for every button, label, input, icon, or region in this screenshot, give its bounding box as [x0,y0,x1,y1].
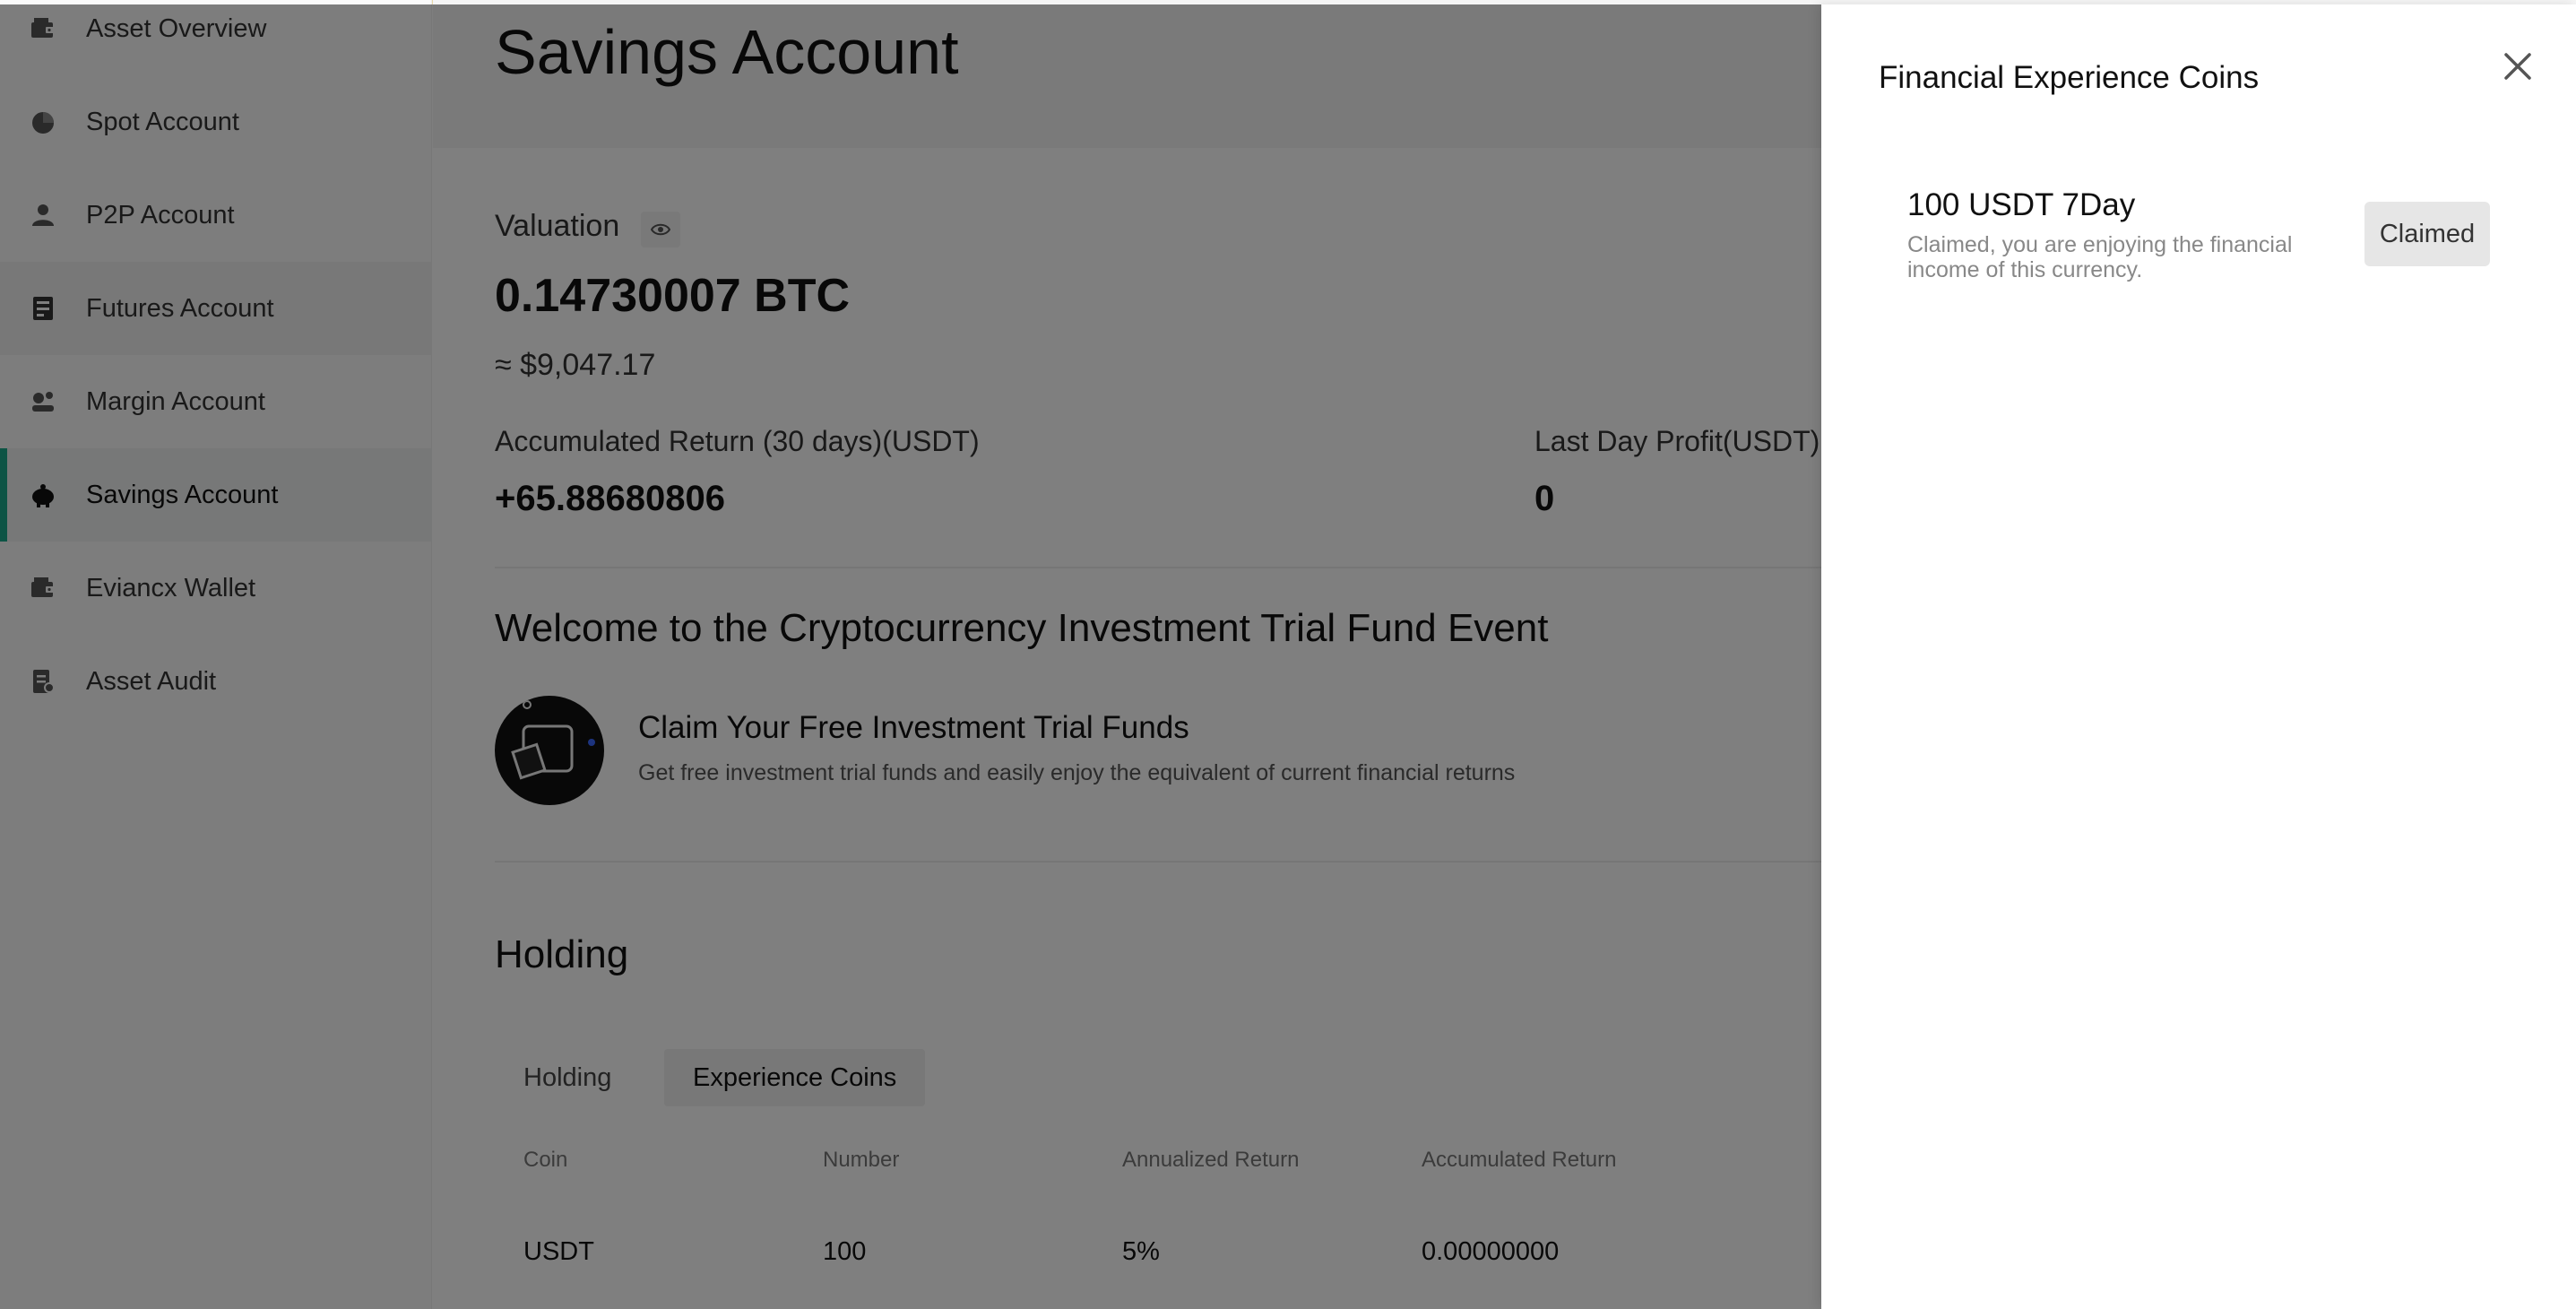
close-button[interactable] [2495,44,2540,89]
modal-overlay[interactable] [0,4,1821,1309]
drawer-title: Financial Experience Coins [1879,60,2260,95]
close-icon [2504,53,2531,80]
coin-name: 100 USDT 7Day [1907,187,2136,222]
experience-coins-drawer: Financial Experience Coins 100 USDT 7Day… [1821,4,2576,1309]
coin-description: Claimed, you are enjoying the financial … [1907,232,2293,282]
claimed-button[interactable]: Claimed [2364,202,2490,266]
